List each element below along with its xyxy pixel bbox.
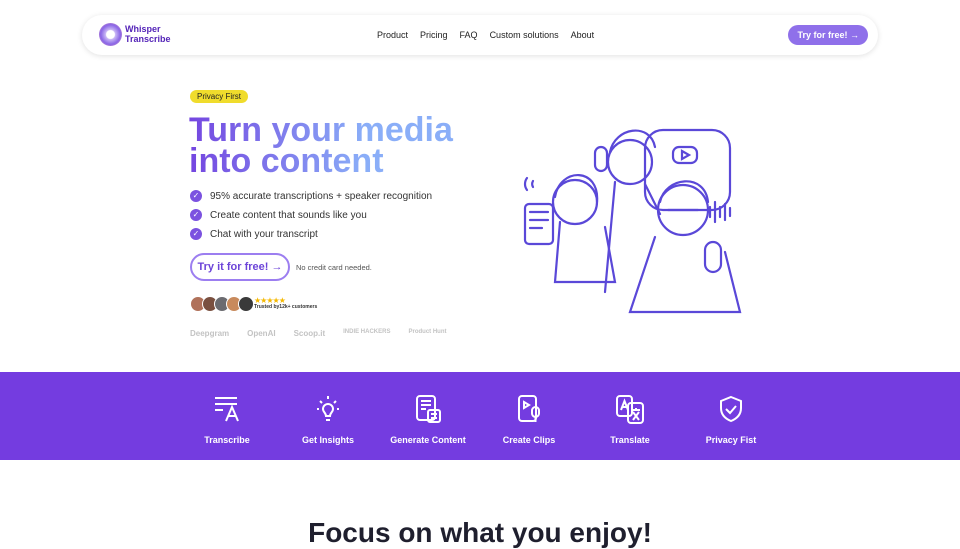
logo-deepgram: Deepgram [190,329,230,338]
feature-label: Generate Content [390,435,466,445]
feature-label: Translate [610,435,650,445]
feature-item: ✓ Create content that sounds like you [190,209,367,221]
hero-illustration [523,128,742,314]
video-mic-icon [518,395,540,422]
check-icon: ✓ [190,209,202,221]
privacy-badge: Privacy First [190,90,248,103]
try-it-free-button[interactable]: Try it for free! → [190,253,290,281]
logo-indie-hackers: INDIE HACKERS [343,329,391,335]
no-credit-card-note: No credit card needed. [296,263,372,272]
logo-scoopit: Scoop.it [293,329,326,338]
logo-product-hunt: Product Hunt [408,329,447,335]
feature-item: ✓ Chat with your transcript [190,228,318,240]
feature-label: Create Clips [502,435,556,445]
feature-transcribe[interactable]: Transcribe [177,394,277,445]
features-band: Transcribe Get Insights Generate Content… [0,372,960,460]
feature-item: ✓ 95% accurate transcriptions + speaker r… [190,190,432,202]
check-icon: ✓ [190,228,202,240]
feature-text: Chat with your transcript [210,228,318,240]
nav-pricing[interactable]: Pricing [420,30,448,40]
feature-text: 95% accurate transcriptions + speaker re… [210,190,433,202]
customer-avatars [190,296,254,312]
hero-title: Turn your media into content [189,113,459,178]
feature-get-insights[interactable]: Get Insights [278,394,378,445]
brand-name[interactable]: Whisper Transcribe [125,24,171,44]
feature-generate-content[interactable]: Generate Content [378,394,478,445]
feature-label: Privacy Fist [705,435,757,445]
brand-line2: Transcribe [125,34,171,44]
document-icon [416,395,441,423]
partner-logos: Deepgram OpenAI Scoop.it INDIE HACKERS P… [190,329,446,338]
logo-openai: OpenAI [247,329,276,338]
nav-menu: Product Pricing FAQ Custom solutions Abo… [377,30,594,40]
shield-check-icon [720,395,742,423]
lightbulb-icon [317,396,339,421]
check-icon: ✓ [190,190,202,202]
feature-translate[interactable]: Translate [580,394,680,445]
feature-label: Transcribe [204,435,250,445]
top-nav: Whisper Transcribe Product Pricing FAQ Cu… [82,15,878,55]
feature-label: Get Insights [301,435,354,445]
try-free-button[interactable]: Try for free! → [788,25,868,45]
translate-icon [616,395,644,424]
trusted-text: Trusted by12k+ customers [254,304,318,310]
feature-text: Create content that sounds like you [210,209,367,221]
text-transcribe-icon [215,397,239,422]
nav-about[interactable]: About [571,30,595,40]
feature-privacy[interactable]: Privacy Fist [681,394,781,445]
brand-line1: Whisper [125,24,161,34]
section-title: Focus on what you enjoy! [308,517,652,548]
avatar [238,296,254,312]
nav-faq[interactable]: FAQ [460,30,478,40]
nav-product[interactable]: Product [377,30,408,40]
feature-create-clips[interactable]: Create Clips [479,394,579,445]
nav-custom-solutions[interactable]: Custom solutions [490,30,559,40]
logo-icon[interactable] [99,23,122,46]
